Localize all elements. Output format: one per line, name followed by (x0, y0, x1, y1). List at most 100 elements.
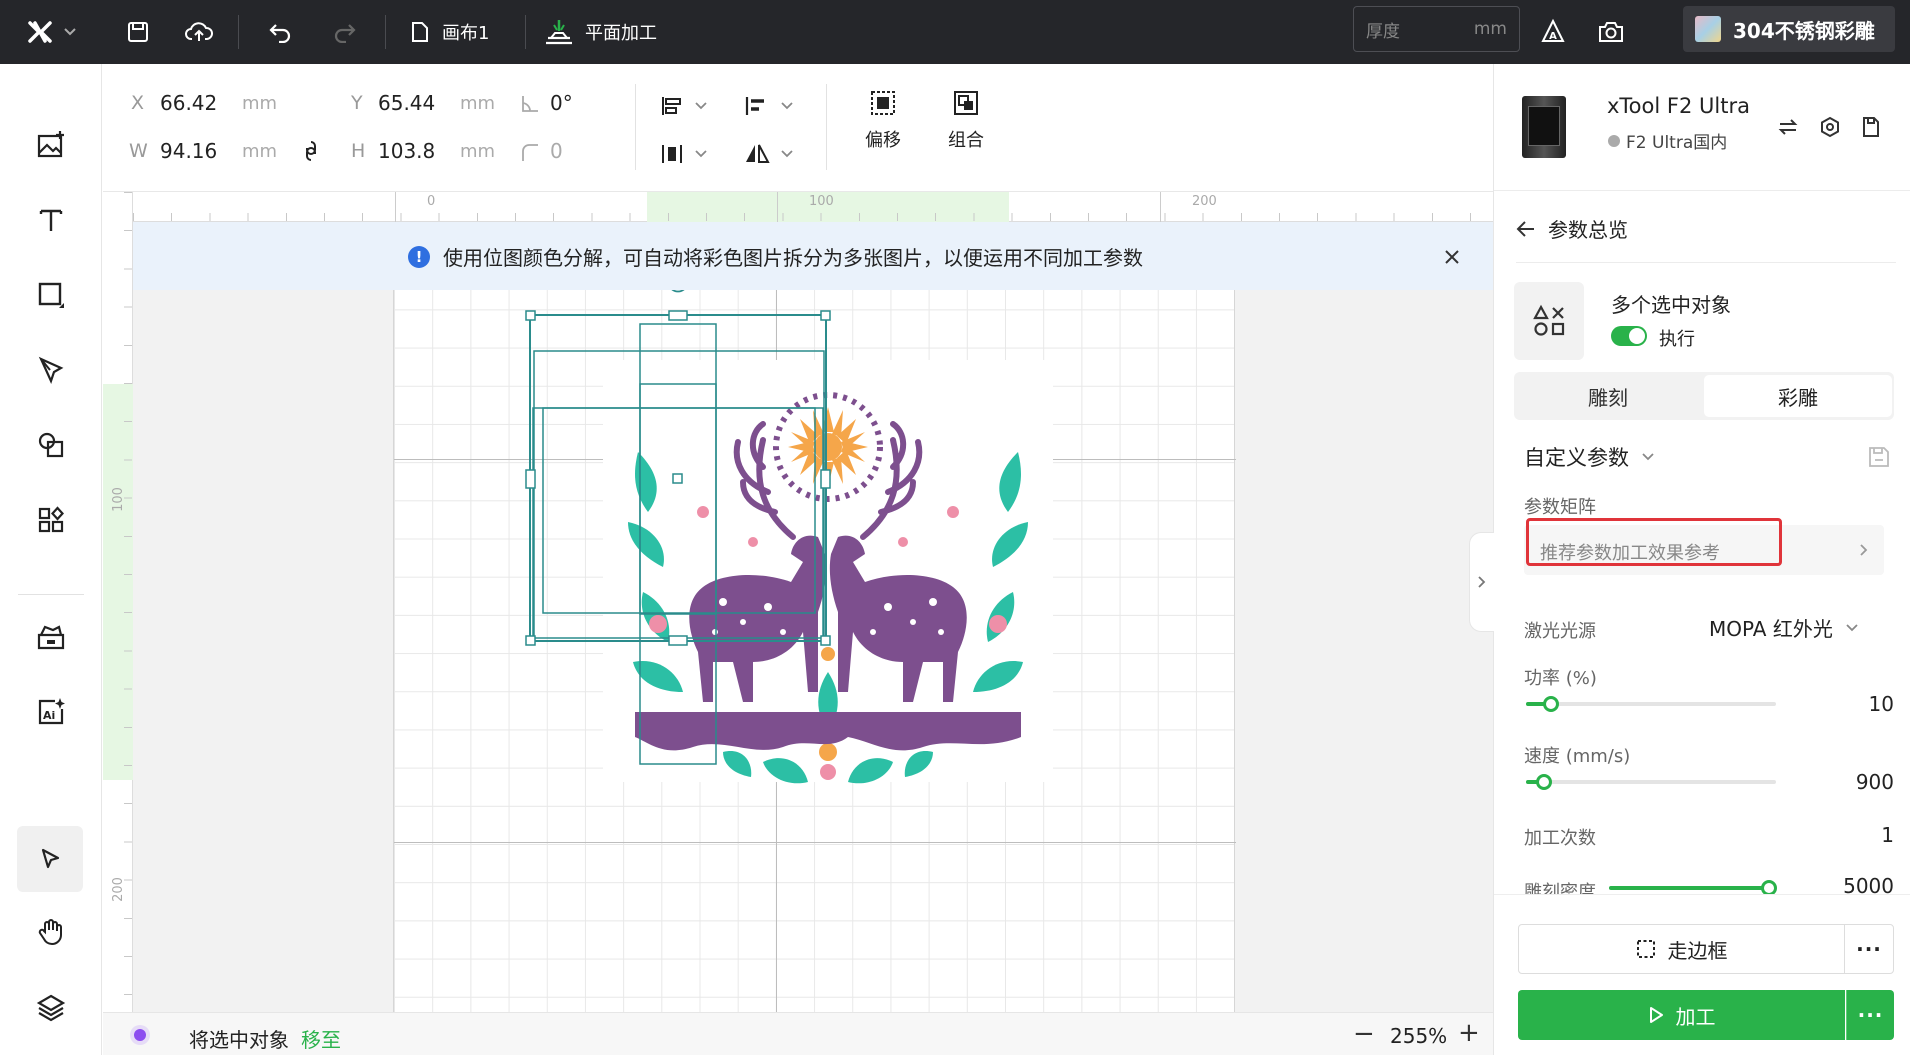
image-tool-button[interactable] (23, 117, 79, 173)
shapes-library-button[interactable] (23, 417, 79, 473)
elements-grid-icon (38, 506, 64, 533)
close-icon[interactable] (1443, 248, 1461, 266)
save-button[interactable] (120, 14, 156, 50)
shape-tool-button[interactable] (23, 267, 79, 323)
divider (238, 15, 239, 49)
elements-button[interactable] (23, 492, 79, 548)
status-bar: 将选中对象 移至 − 255% + (103, 1012, 1493, 1055)
arrange-button[interactable] (660, 136, 720, 172)
right-panel: xTool F2 Ultra F2 Ultra国内 参数总览 多个选中对象 执行… (1469, 64, 1910, 1055)
cloud-upload-button[interactable] (180, 14, 218, 50)
select-tool-button[interactable] (17, 826, 83, 892)
density-slider[interactable] (1609, 880, 1777, 896)
group-button[interactable]: 组合 (931, 90, 1001, 170)
material-library-button[interactable] (23, 609, 79, 665)
device-export-icon[interactable] (1860, 116, 1882, 138)
notice-banner: ! 使用位图颜色分解，可自动将彩色图片拆分为多张图片，以便运用不同加工参数 (133, 222, 1493, 290)
preset-label: 自定义参数 (1524, 446, 1629, 470)
h-input[interactable]: 103.8 (378, 139, 435, 163)
cloud-upload-icon (185, 22, 213, 41)
panel-collapse-tab[interactable] (1469, 532, 1494, 632)
process-button[interactable]: 加工 (1518, 990, 1845, 1040)
laser-value: MOPA 红外光 (1709, 617, 1833, 641)
left-toolbar: Ai (0, 64, 102, 1055)
x-label: X (131, 92, 145, 114)
corner-radius-input[interactable]: 0 (550, 139, 563, 163)
ai-tool-button[interactable]: Ai (23, 684, 79, 740)
project-name[interactable]: 画布1 (410, 14, 489, 50)
image-add-icon (37, 131, 64, 158)
y-input[interactable]: 65.44 (378, 91, 435, 115)
move-to-link[interactable]: 移至 (301, 1024, 341, 1053)
chevron-down-icon (1642, 453, 1654, 461)
chevron-down-icon (1846, 623, 1858, 631)
redo-button[interactable] (327, 14, 363, 50)
divider (525, 15, 526, 49)
design-artwork[interactable] (103, 192, 1493, 1012)
execute-toggle[interactable] (1611, 326, 1647, 346)
flip-button[interactable] (744, 136, 804, 172)
preset-dropdown[interactable]: 自定义参数 (1524, 442, 1655, 472)
arrange-icon (662, 145, 682, 163)
chevron-down-icon (695, 150, 707, 158)
align-left-button[interactable] (744, 88, 804, 124)
lock-ratio-link-icon[interactable] (303, 140, 319, 162)
rotation-input[interactable]: 0° (550, 91, 573, 115)
ai-image-icon: Ai (38, 698, 65, 725)
camera-button[interactable] (1593, 14, 1629, 50)
corner-radius-icon (522, 144, 538, 161)
info-icon: ! (408, 246, 430, 268)
chevron-down-icon (695, 102, 707, 110)
hand-tool-button[interactable] (23, 904, 79, 960)
zoom-level[interactable]: 255% (1390, 1024, 1447, 1048)
material-selector[interactable]: 304不锈钢彩雕 (1683, 6, 1895, 52)
pen-tool-button[interactable] (23, 342, 79, 398)
x-input[interactable]: 66.42 (160, 91, 217, 115)
chevron-right-icon (1860, 544, 1868, 556)
canvas-area[interactable]: 0 100 200 100 200 (103, 192, 1493, 1012)
recommended-params-link[interactable]: 推荐参数加工效果参考 (1524, 518, 1884, 575)
power-slider[interactable] (1526, 696, 1776, 712)
thickness-input[interactable]: 厚度 mm (1353, 6, 1520, 52)
text-icon (39, 209, 63, 231)
align-distribute-button[interactable] (660, 88, 720, 124)
speed-label: 速度 (mm/s) (1524, 746, 1631, 767)
offset-button[interactable]: 偏移 (848, 90, 918, 170)
tab-color-engrave[interactable]: 彩雕 (1704, 375, 1892, 417)
device-region: F2 Ultra国内 (1626, 133, 1728, 153)
passes-value[interactable]: 1 (1834, 823, 1894, 847)
execute-label: 执行 (1659, 329, 1695, 350)
material-label: 304不锈钢彩雕 (1733, 18, 1875, 43)
undo-icon (269, 24, 291, 43)
chevron-down-icon (781, 102, 793, 110)
tab-engrave[interactable]: 雕刻 (1514, 372, 1702, 420)
zoom-in-button[interactable]: + (1458, 1018, 1480, 1048)
zoom-out-button[interactable]: − (1353, 1019, 1375, 1049)
speed-slider[interactable] (1526, 774, 1776, 790)
undo-button[interactable] (262, 14, 298, 50)
w-input[interactable]: 94.16 (160, 139, 217, 163)
frame-button[interactable]: 走边框 (1518, 924, 1845, 974)
processing-mode-selector[interactable]: 平面加工 (545, 14, 657, 50)
xtool-logo-menu[interactable] (20, 14, 84, 50)
layers-button[interactable] (23, 979, 79, 1035)
device-settings-icon[interactable] (1819, 116, 1841, 138)
passes-label: 加工次数 (1524, 828, 1596, 849)
frame-more-button[interactable]: ··· (1844, 924, 1894, 974)
back-to-overview[interactable]: 参数总览 (1516, 214, 1628, 243)
save-preset-icon[interactable] (1867, 445, 1891, 469)
selection-title: 多个选中对象 (1611, 293, 1731, 317)
tab-color-engrave-label: 彩雕 (1778, 385, 1818, 410)
power-value[interactable]: 10 (1834, 692, 1894, 716)
pen-icon (38, 356, 64, 385)
more-icon: ··· (1857, 1003, 1884, 1027)
laser-source-dropdown[interactable]: MOPA 红外光 (1709, 613, 1859, 642)
divider (635, 84, 636, 170)
process-more-button[interactable]: ··· (1846, 990, 1894, 1040)
text-tool-button[interactable] (23, 192, 79, 248)
divider (1494, 190, 1910, 191)
switch-device-icon[interactable] (1777, 116, 1799, 138)
speed-value[interactable]: 900 (1814, 770, 1894, 794)
layers-icon (36, 994, 66, 1022)
autofocus-button[interactable]: A (1535, 14, 1571, 50)
